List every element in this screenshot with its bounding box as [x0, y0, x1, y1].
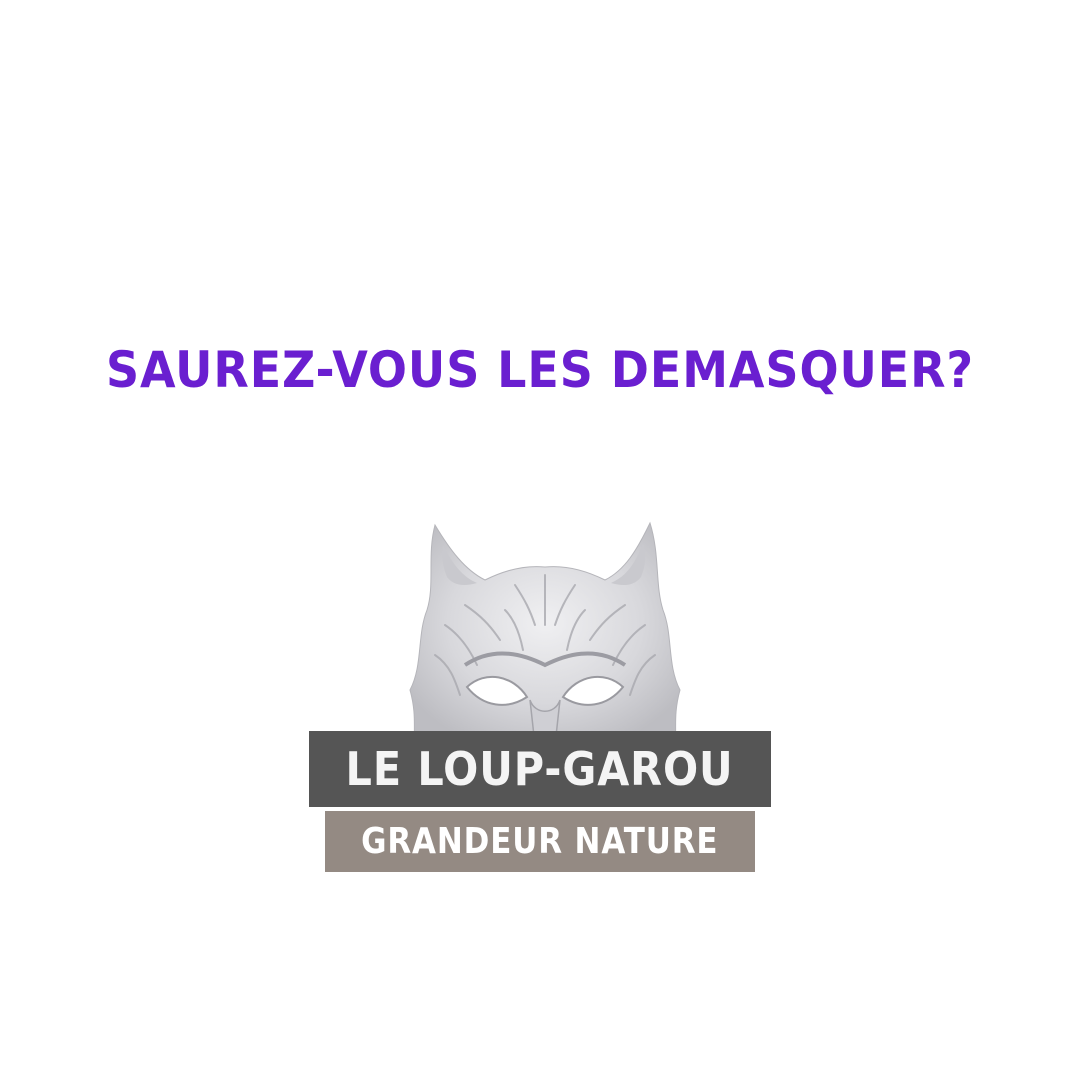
subtitle-text: GRANDEUR NATURE [361, 821, 719, 862]
headline-text: SAUREZ-VOUS LES DEMASQUER? [105, 341, 975, 399]
subtitle-banner: GRANDEUR NATURE [325, 811, 755, 872]
title-text: LE LOUP-GAROU [345, 742, 735, 796]
title-banner: LE LOUP-GAROU [309, 731, 771, 807]
wolf-mask-image [405, 515, 685, 745]
